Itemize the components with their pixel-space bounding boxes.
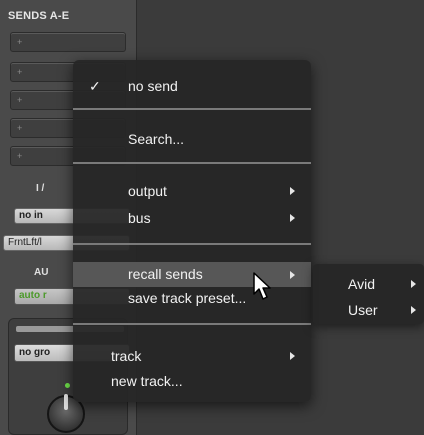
submenu-item-label: User xyxy=(348,302,378,318)
menu-item-label: no send xyxy=(128,78,178,94)
submenu-item-avid[interactable]: Avid xyxy=(313,273,424,295)
menu-separator xyxy=(73,243,311,245)
io-label: I / xyxy=(36,183,45,194)
menu-item-label: new track... xyxy=(111,373,183,389)
knob-indicator xyxy=(64,394,68,410)
submenu-arrow-icon xyxy=(290,352,295,360)
mouse-cursor-icon xyxy=(253,272,271,300)
menu-item-label: recall sends xyxy=(128,266,203,282)
send-slot-marker: + xyxy=(17,37,23,47)
menu-item-label: save track preset... xyxy=(128,290,247,306)
submenu-arrow-icon xyxy=(290,187,295,195)
checkmark-icon: ✓ xyxy=(89,78,101,94)
menu-separator xyxy=(73,108,311,110)
context-menu: ✓ no send Search... output bus recall se… xyxy=(73,60,311,402)
send-slot-marker: + xyxy=(17,151,23,161)
submenu-item-user[interactable]: User xyxy=(313,299,424,321)
menu-item-label: track xyxy=(111,348,142,364)
send-slot-marker: + xyxy=(17,95,23,105)
menu-item-new-track[interactable]: new track... xyxy=(73,370,311,392)
menu-item-output[interactable]: output xyxy=(73,180,311,202)
menu-item-recall-sends[interactable]: recall sends xyxy=(73,262,311,287)
submenu-arrow-icon xyxy=(290,214,295,222)
menu-item-track[interactable]: track xyxy=(73,345,311,367)
send-slot-marker: + xyxy=(17,67,23,77)
submenu-arrow-icon xyxy=(411,306,416,314)
knob-led-icon xyxy=(65,383,70,388)
menu-separator xyxy=(73,323,311,325)
submenu-item-label: Avid xyxy=(348,276,375,292)
automation-label: AU xyxy=(34,267,49,278)
submenu-arrow-icon xyxy=(411,280,416,288)
recall-sends-submenu: Avid User xyxy=(313,264,424,324)
submenu-arrow-icon xyxy=(290,271,295,279)
menu-item-bus[interactable]: bus xyxy=(73,207,311,229)
send-slot-marker: + xyxy=(17,123,23,133)
menu-item-no-send[interactable]: ✓ no send xyxy=(73,75,311,97)
sends-title: SENDS A-E xyxy=(8,10,70,22)
send-slot-a[interactable]: + xyxy=(10,32,126,52)
menu-item-save-track-preset[interactable]: save track preset... xyxy=(73,287,311,309)
menu-separator xyxy=(73,162,311,164)
menu-item-label: bus xyxy=(128,210,151,226)
menu-item-label: Search... xyxy=(128,131,185,147)
menu-item-label: output xyxy=(128,183,167,199)
menu-item-search[interactable]: Search... xyxy=(73,128,311,150)
